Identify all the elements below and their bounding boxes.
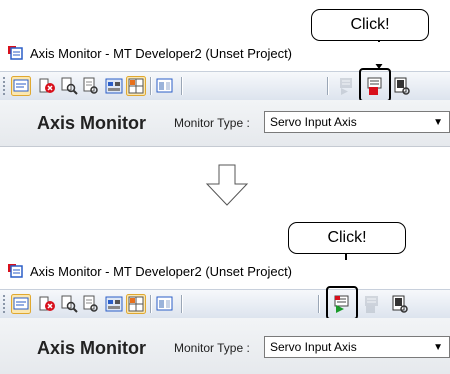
axis-monitor-icon[interactable] — [11, 76, 31, 96]
toolbar-separator — [327, 77, 329, 95]
panel-icon[interactable] — [155, 294, 175, 314]
settings-icon[interactable] — [390, 294, 410, 314]
search-monitor-icon[interactable] — [59, 76, 79, 96]
grid-monitor-icon[interactable] — [126, 294, 146, 314]
axis-monitor-window-icon — [8, 264, 23, 278]
before-panel: Click! Axis Monitor - MT Developer2 (Uns… — [0, 0, 450, 147]
monitor-type-label: Monitor Type : — [174, 116, 250, 130]
grid-monitor-icon[interactable] — [126, 76, 146, 96]
toolbar-separator — [150, 77, 152, 95]
panel-icon[interactable] — [155, 76, 175, 96]
settings-icon[interactable] — [392, 76, 412, 96]
window-titlebar: Axis Monitor - MT Developer2 (Unset Proj… — [0, 42, 450, 64]
toolbar-grip[interactable] — [3, 295, 8, 313]
axis-monitor-window-icon — [8, 46, 23, 60]
error-monitor-icon[interactable] — [37, 76, 57, 96]
monitor-toolbar — [0, 289, 450, 319]
toolbar-separator — [181, 295, 183, 313]
window-title: Axis Monitor - MT Developer2 (Unset Proj… — [30, 264, 293, 279]
start-monitor-icon — [340, 78, 352, 95]
toolbar-separator — [181, 77, 183, 95]
monitor-type-value: Servo Input Axis — [270, 115, 357, 129]
detail-monitor-icon[interactable] — [81, 294, 101, 314]
axis-monitor-icon[interactable] — [11, 294, 31, 314]
table-monitor-icon[interactable] — [104, 294, 124, 314]
search-monitor-icon[interactable] — [59, 294, 79, 314]
down-arrow-icon[interactable]: ▼ — [433, 117, 443, 128]
after-panel: Click! Axis Monitor - MT Developer2 (Uns… — [0, 210, 450, 374]
table-monitor-icon[interactable] — [104, 76, 124, 96]
click-callout: Click! — [288, 222, 406, 254]
toolbar-separator — [150, 295, 152, 313]
stop-monitor-icon — [365, 296, 378, 313]
monitor-type-select[interactable]: Servo Input Axis ▼ — [264, 336, 450, 358]
axis-monitor-header: Axis Monitor Monitor Type : Servo Input … — [0, 100, 450, 147]
toolbar-separator — [318, 295, 320, 313]
axis-monitor-header: Axis Monitor Monitor Type : Servo Input … — [0, 318, 450, 374]
start-monitor-highlight — [326, 286, 358, 320]
toolbar-grip[interactable] — [3, 77, 8, 95]
monitor-type-value: Servo Input Axis — [270, 340, 357, 354]
monitor-title: Axis Monitor — [37, 113, 147, 133]
next-step-arrow-icon — [205, 164, 249, 206]
monitor-type-label: Monitor Type : — [174, 341, 250, 355]
click-callout: Click! — [311, 9, 429, 41]
window-titlebar: Axis Monitor - MT Developer2 (Unset Proj… — [0, 260, 450, 282]
detail-monitor-icon[interactable] — [81, 76, 101, 96]
monitor-title: Axis Monitor — [37, 338, 147, 358]
monitor-type-select[interactable]: Servo Input Axis ▼ — [264, 111, 450, 133]
stop-monitor-highlight — [359, 68, 391, 102]
error-monitor-icon[interactable] — [37, 294, 57, 314]
window-title: Axis Monitor - MT Developer2 (Unset Proj… — [30, 46, 293, 61]
down-arrow-icon[interactable]: ▼ — [433, 342, 443, 353]
